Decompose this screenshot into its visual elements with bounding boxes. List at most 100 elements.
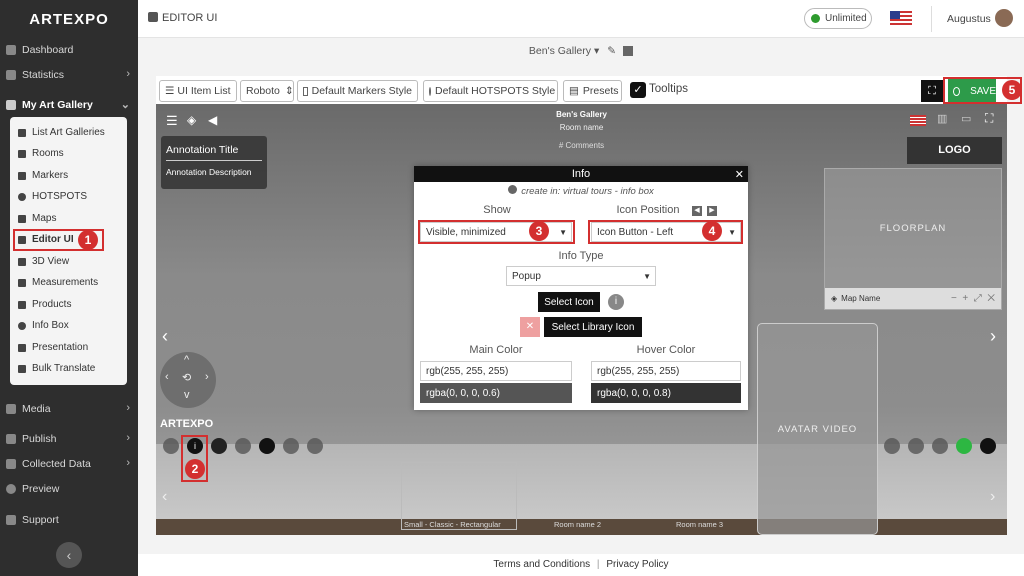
hover-color-input[interactable]: rgb(255, 255, 255) (591, 361, 741, 381)
app-logo[interactable]: ARTEXPO (0, 0, 138, 38)
translate-icon (18, 364, 26, 373)
hotspots-style-button[interactable]: Default HOTSPOTS Style (423, 80, 558, 102)
tooltips-checkbox[interactable]: ✓ (630, 82, 646, 98)
collapse-sidebar-button[interactable]: ‹ (56, 542, 82, 568)
subitem-bulk-translate[interactable]: Bulk Translate (14, 359, 123, 378)
subitem-markers[interactable]: Markers (14, 166, 123, 185)
rotate-icon[interactable]: ⟲ (182, 371, 191, 384)
media-icon (6, 404, 16, 414)
sidebar-item-label: Statistics (22, 69, 65, 81)
language-flag-us-icon[interactable] (890, 11, 912, 25)
gallery-icon[interactable] (623, 46, 634, 56)
sidebar-item-publish[interactable]: Publish › (0, 427, 138, 451)
pinterest-icon[interactable] (908, 438, 924, 454)
announce-icon[interactable] (307, 438, 323, 454)
select-library-icon-button[interactable]: Select Library Icon (544, 317, 642, 337)
info-icon[interactable]: i (608, 294, 624, 310)
annotation-box[interactable]: Annotation Title Annotation Description (161, 136, 267, 189)
whatsapp-icon[interactable] (956, 438, 972, 454)
viewer-flag-icon[interactable] (910, 115, 926, 126)
floorplan-panel[interactable]: FLOORPLAN ◈ Map Name − + ⤢ ✕ (824, 168, 1002, 310)
sidebar-item-my-art-gallery[interactable]: My Art Gallery ⌄ (0, 93, 138, 117)
info-type-select[interactable]: Popup ▼ (506, 266, 656, 286)
sidebar: ARTEXPO Dashboard Statistics › My Art Gal… (0, 0, 138, 576)
down-arrow-icon[interactable]: v (184, 389, 190, 401)
page-title: EDITOR UI (162, 12, 218, 24)
caret-down-icon: ▼ (643, 271, 651, 281)
chevron-down-icon: ⌄ (120, 99, 130, 111)
align-left-icon[interactable]: ◀ (692, 206, 702, 216)
terms-link[interactable]: Terms and Conditions (493, 559, 590, 570)
prev-room-icon[interactable]: ‹ (162, 488, 167, 506)
subitem-rooms[interactable]: Rooms (14, 144, 123, 163)
logo-placeholder[interactable]: LOGO (907, 137, 1002, 164)
viewer-comments[interactable]: # Comments (156, 141, 1007, 150)
list-icon (18, 128, 26, 137)
subitem-maps[interactable]: Maps (14, 209, 123, 228)
chevron-right-icon: › (126, 68, 130, 80)
right-arrow-icon[interactable]: › (205, 371, 209, 383)
sidebar-item-dashboard[interactable]: Dashboard (0, 38, 138, 62)
left-arrow-icon[interactable]: ‹ (165, 371, 169, 383)
plan-status-pill[interactable]: Unlimited (804, 8, 872, 29)
announce-icon[interactable] (283, 438, 299, 454)
up-arrow-icon[interactable]: ^ (184, 354, 189, 366)
sidebar-item-media[interactable]: Media › (0, 397, 138, 421)
video-icon[interactable]: ▭ (961, 112, 971, 125)
prev-arrow-icon[interactable]: ‹ (162, 326, 168, 347)
subitem-presentation[interactable]: Presentation (14, 338, 123, 357)
next-arrow-icon[interactable]: › (990, 326, 996, 347)
clear-icon-button[interactable]: ✕ (520, 317, 540, 337)
status-label: Unlimited (825, 13, 867, 24)
subitem-measurements[interactable]: Measurements (14, 273, 123, 292)
privacy-link[interactable]: Privacy Policy (606, 559, 668, 570)
presets-button[interactable]: ▤ Presets (563, 80, 622, 102)
align-right-icon[interactable]: ▶ (707, 206, 717, 216)
select-icon-button[interactable]: Select Icon (538, 292, 600, 312)
room-thumb-label[interactable]: Small - Classic - Rectangular (404, 520, 501, 529)
ui-item-list-button[interactable]: ☰ UI Item List (159, 80, 237, 102)
map-icon[interactable]: ▥ (937, 112, 947, 125)
font-select[interactable]: Roboto ⇕ (240, 80, 294, 102)
markers-style-button[interactable]: Default Markers Style (297, 80, 418, 102)
image-icon[interactable] (235, 438, 251, 454)
subitem-products[interactable]: Products (14, 295, 123, 314)
step-badge-1: 1 (78, 230, 98, 250)
subitem-3d-view[interactable]: 3D View (14, 252, 123, 271)
header-divider (931, 6, 932, 32)
gallery-selector[interactable]: Ben's Gallery (529, 45, 591, 57)
avatar[interactable] (995, 9, 1013, 27)
microphone-icon[interactable] (163, 438, 179, 454)
cart-icon (18, 300, 26, 309)
share-icon[interactable] (884, 438, 900, 454)
facebook-icon[interactable] (932, 438, 948, 454)
sidebar-item-collected-data[interactable]: Collected Data › (0, 452, 138, 476)
room-thumb-label[interactable]: Room name 2 (554, 520, 601, 529)
info-icon (18, 321, 26, 330)
avatar-video-panel[interactable]: AVATAR VIDEO (757, 323, 878, 535)
main-color-input[interactable]: rgb(255, 255, 255) (420, 361, 572, 381)
presets-icon: ▤ (569, 85, 579, 97)
info-icon (508, 185, 518, 194)
edit-icon[interactable]: ✎ (607, 45, 616, 57)
gallery-icon[interactable] (211, 438, 227, 454)
fullscreen-icon[interactable]: ⛶ (985, 111, 993, 126)
main-color-bg-input[interactable]: rgba(0, 0, 0, 0.6) (420, 383, 572, 403)
zoom-controls[interactable]: − + ⤢ ✕ (951, 293, 995, 304)
account-icon[interactable] (980, 438, 996, 454)
highlight-show-select (418, 220, 575, 244)
subitem-list-art-galleries[interactable]: List Art Galleries (14, 123, 123, 142)
fullscreen-button[interactable]: ⛶ (921, 80, 943, 102)
sidebar-item-support[interactable]: Support (0, 508, 138, 532)
subitem-hotspots[interactable]: HOTSPOTS (14, 187, 123, 206)
sidebar-item-statistics[interactable]: Statistics › (0, 63, 138, 87)
navigation-pad[interactable]: ^ ‹ ⟲ › v (160, 352, 216, 408)
subitem-info-box[interactable]: Info Box (14, 316, 123, 335)
next-room-icon[interactable]: › (990, 488, 995, 506)
user-name[interactable]: Augustus (947, 13, 991, 25)
hover-color-bg-input[interactable]: rgba(0, 0, 0, 0.8) (591, 383, 741, 403)
close-icon[interactable]: ✕ (735, 167, 744, 183)
room-thumb-label[interactable]: Room name 3 (676, 520, 723, 529)
sidebar-item-preview[interactable]: Preview (0, 477, 138, 501)
announce-icon[interactable] (259, 438, 275, 454)
